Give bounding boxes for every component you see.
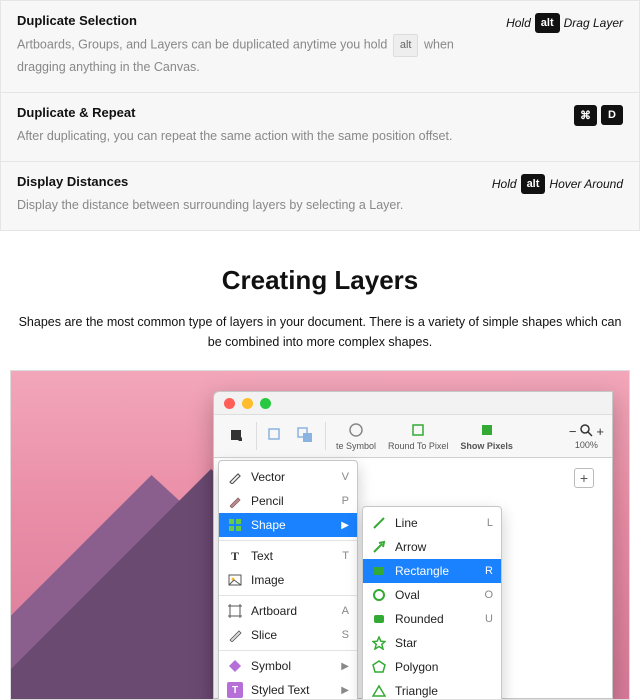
sketch-window: te Symbol Round To Pixel Show Pixels − +… [213, 391, 613, 699]
arrow-icon [371, 539, 387, 555]
text-icon: T [227, 548, 243, 564]
create-symbol-button[interactable]: te Symbol [330, 415, 382, 457]
image-icon [227, 572, 243, 588]
window-titlebar [214, 392, 612, 414]
screenshot-illustration: te Symbol Round To Pixel Show Pixels − +… [10, 370, 630, 700]
tip-text: Duplicate & Repeat After duplicating, yo… [17, 105, 574, 147]
round-to-pixel-button[interactable]: Round To Pixel [382, 415, 454, 457]
tip-duplicate-selection: Duplicate Selection Artboards, Groups, a… [0, 0, 640, 93]
tip-description: After duplicating, you can repeat the sa… [17, 126, 562, 147]
tip-text: Display Distances Display the distance b… [17, 174, 492, 216]
submenu-arrow-icon: ▶ [341, 685, 349, 696]
menu-item-artboard[interactable]: Artboard A [219, 599, 357, 623]
shape-submenu: Line L Arrow Rectangle R Oval O [362, 506, 502, 700]
zoom-icon[interactable] [260, 398, 271, 409]
menu-item-slice[interactable]: Slice S [219, 623, 357, 647]
menu-item-styled-text[interactable]: T Styled Text ▶ [219, 678, 357, 700]
ungroup-tool[interactable] [291, 415, 321, 457]
canvas-area[interactable]: + Vector V Pencil P Shape ▶ [214, 458, 612, 698]
zoom-control[interactable]: − + 100% [569, 423, 604, 450]
tip-shortcut: Hold alt Drag Layer [506, 13, 623, 33]
add-page-button[interactable]: + [574, 468, 594, 488]
line-icon [371, 515, 387, 531]
tip-title: Display Distances [17, 174, 480, 189]
alt-key: alt [521, 174, 546, 194]
d-key: D [601, 105, 623, 125]
submenu-item-star[interactable]: Star [363, 631, 501, 655]
triangle-icon [371, 683, 387, 699]
artboard-icon [227, 603, 243, 619]
tip-title: Duplicate Selection [17, 13, 494, 28]
oval-icon [371, 587, 387, 603]
section-intro: Shapes are the most common type of layer… [0, 312, 640, 352]
tip-shortcut: Hold alt Hover Around [492, 174, 623, 194]
tip-display-distances: Display Distances Display the distance b… [0, 162, 640, 231]
submenu-item-rectangle[interactable]: Rectangle R [363, 559, 501, 583]
knife-icon [227, 627, 243, 643]
zoom-in-icon[interactable]: + [596, 424, 604, 439]
rectangle-icon [371, 563, 387, 579]
tip-duplicate-repeat: Duplicate & Repeat After duplicating, yo… [0, 93, 640, 162]
submenu-item-triangle[interactable]: Triangle [363, 679, 501, 700]
submenu-arrow-icon: ▶ [341, 661, 349, 672]
symbol-icon [227, 658, 243, 674]
submenu-item-line[interactable]: Line L [363, 511, 501, 535]
group-tool[interactable] [261, 415, 291, 457]
menu-item-shape[interactable]: Shape ▶ [219, 513, 357, 537]
submenu-item-polygon[interactable]: Polygon [363, 655, 501, 679]
styled-text-icon: T [227, 682, 243, 698]
submenu-item-arrow[interactable]: Arrow [363, 535, 501, 559]
tip-text: Duplicate Selection Artboards, Groups, a… [17, 13, 506, 78]
show-pixels-button[interactable]: Show Pixels [454, 415, 519, 457]
insert-tool[interactable] [222, 415, 252, 457]
alt-key-inline: alt [393, 34, 419, 57]
pen-icon [227, 469, 243, 485]
tip-description: Artboards, Groups, and Layers can be dup… [17, 34, 494, 78]
menu-item-vector[interactable]: Vector V [219, 465, 357, 489]
insert-menu: Vector V Pencil P Shape ▶ T Text T [218, 460, 358, 700]
pencil-icon [227, 493, 243, 509]
shape-icon [227, 517, 243, 533]
tip-shortcut: ⌘ D [574, 105, 623, 126]
tip-description: Display the distance between surrounding… [17, 195, 480, 216]
zoom-out-icon[interactable]: − [569, 424, 577, 439]
menu-item-image[interactable]: Image [219, 568, 357, 592]
alt-key: alt [535, 13, 560, 33]
close-icon[interactable] [224, 398, 235, 409]
menu-item-pencil[interactable]: Pencil P [219, 489, 357, 513]
cmd-key: ⌘ [574, 105, 597, 126]
section-title: Creating Layers [0, 265, 640, 296]
menu-item-text[interactable]: T Text T [219, 544, 357, 568]
toolbar: te Symbol Round To Pixel Show Pixels − +… [214, 414, 612, 458]
magnifier-icon [579, 423, 593, 440]
tip-title: Duplicate & Repeat [17, 105, 562, 120]
submenu-arrow-icon: ▶ [341, 520, 349, 531]
minimize-icon[interactable] [242, 398, 253, 409]
submenu-item-oval[interactable]: Oval O [363, 583, 501, 607]
polygon-icon [371, 659, 387, 675]
menu-item-symbol[interactable]: Symbol ▶ [219, 654, 357, 678]
submenu-item-rounded[interactable]: Rounded U [363, 607, 501, 631]
star-icon [371, 635, 387, 651]
rounded-rect-icon [371, 611, 387, 627]
